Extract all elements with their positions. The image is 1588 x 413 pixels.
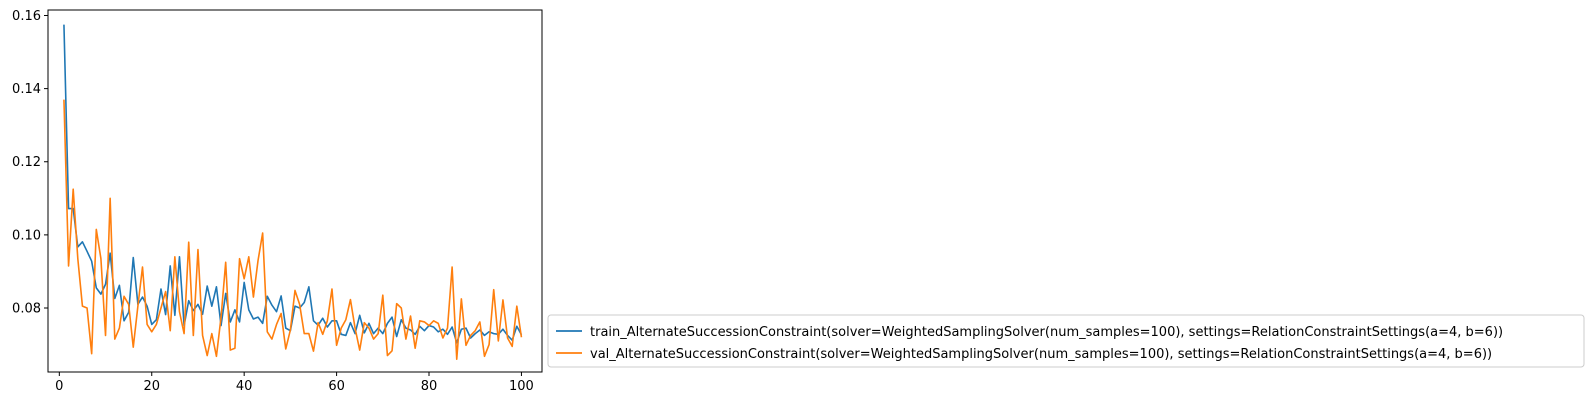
x-tick-label: 60	[328, 379, 345, 394]
x-tick-label: 80	[421, 379, 438, 394]
y-tick-label: 0.12	[12, 155, 41, 170]
y-tick-label: 0.16	[12, 9, 41, 24]
x-tick-label: 100	[509, 379, 534, 394]
y-tick-label: 0.10	[12, 228, 41, 243]
x-tick-label: 0	[55, 379, 63, 394]
line-chart: 0 20 40 60 80 100 0.08 0.10 0.12 0.14 0.16 train_…	[0, 0, 1588, 413]
legend-label-val: val_AlternateSuccessionConstraint(solver…	[590, 347, 1492, 362]
x-tick-label: 40	[236, 379, 253, 394]
x-tick-label: 20	[143, 379, 160, 394]
y-tick-label: 0.08	[12, 302, 41, 317]
legend: train_AlternateSuccessionConstraint(solv…	[547, 314, 1585, 368]
legend-label-train: train_AlternateSuccessionConstraint(solv…	[590, 325, 1503, 340]
y-tick-label: 0.14	[12, 82, 41, 97]
